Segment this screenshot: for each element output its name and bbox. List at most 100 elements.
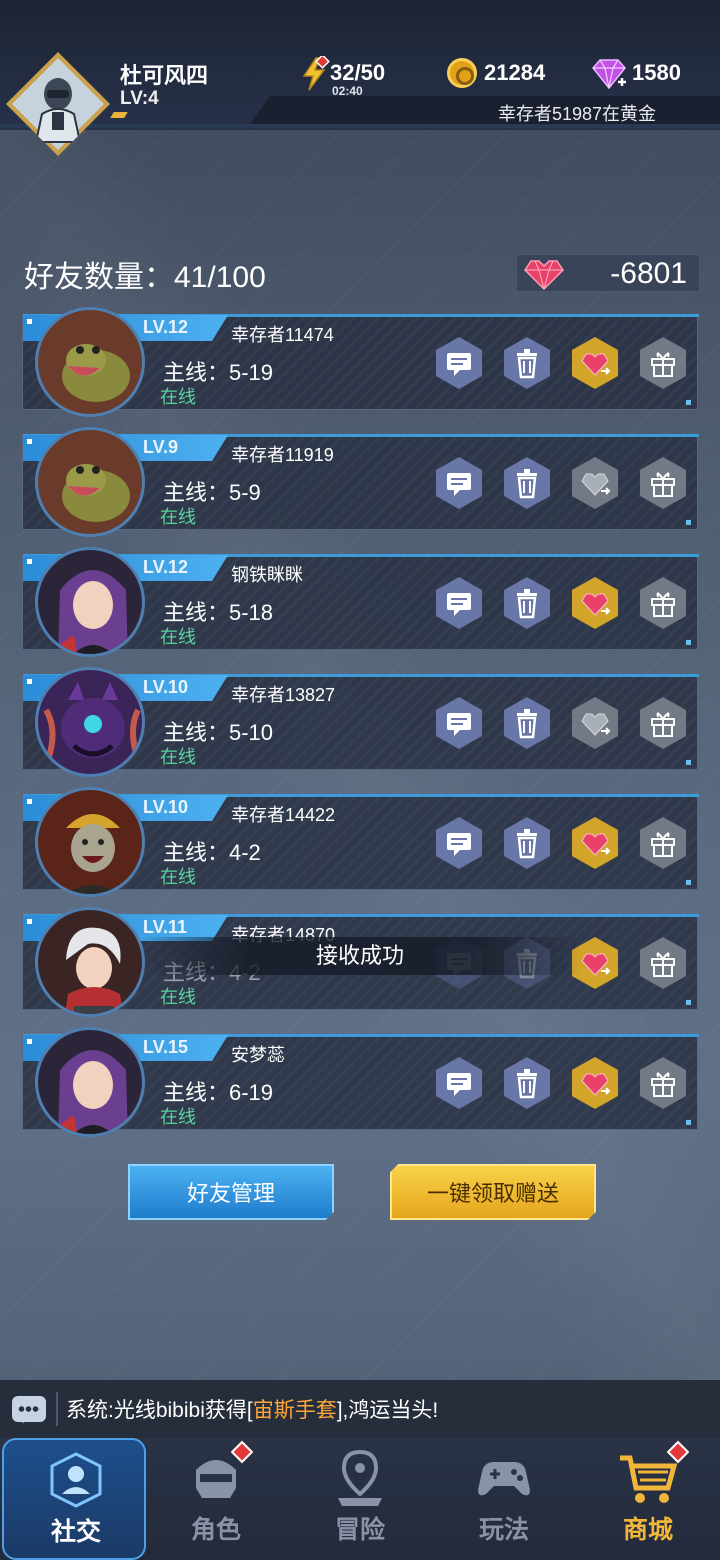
friend-avatar[interactable] [35, 907, 145, 1017]
nav-character[interactable]: 角色 [144, 1438, 288, 1560]
friend-count: 好友数量：41/100 [24, 261, 266, 294]
white-hair-boy-portrait-icon [64, 927, 124, 1014]
hearts-value: -6801 [610, 257, 687, 290]
heart-send-icon [581, 1073, 611, 1096]
purple-hair-girl-portrait-icon [58, 570, 128, 654]
tag-dot [27, 799, 32, 804]
trash-icon [517, 709, 537, 739]
toast-message: 接收成功 [140, 937, 580, 975]
delete-friend-button[interactable] [504, 337, 550, 389]
send-heart-button[interactable] [572, 817, 618, 869]
friend-name: 钢铁眯眯 [231, 565, 303, 585]
heart-send-icon [581, 593, 611, 616]
lightning-icon[interactable] [298, 56, 330, 92]
friend-status: 在线 [160, 747, 196, 767]
gift-button[interactable] [640, 577, 686, 629]
send-heart-button[interactable] [572, 337, 618, 389]
friend-avatar[interactable] [35, 427, 145, 537]
friend-avatar[interactable] [35, 307, 145, 417]
friend-name: 幸存者13827 [231, 685, 336, 705]
tag-dot [27, 439, 32, 444]
friend-row: LV.12 钢铁眯眯 主线：5-18 在线 [22, 547, 699, 657]
friend-level: LV.11 [143, 917, 188, 937]
friend-level: LV.10 [143, 677, 189, 697]
tag-dot [27, 559, 32, 564]
gift-button[interactable] [640, 817, 686, 869]
heart-send-icon [581, 353, 611, 376]
message-button[interactable] [436, 337, 482, 389]
gift-icon [651, 352, 675, 377]
delete-friend-button[interactable] [504, 577, 550, 629]
friend-avatar[interactable] [35, 1027, 145, 1137]
nav-label: 商城 [622, 1516, 673, 1544]
delete-friend-button[interactable] [504, 457, 550, 509]
heart-send-icon [581, 833, 611, 856]
friend-level: LV.12 [143, 317, 189, 337]
send-heart-button[interactable] [572, 1057, 618, 1109]
friend-name: 幸存者14422 [231, 805, 336, 825]
message-button[interactable] [436, 577, 482, 629]
gift-button[interactable] [640, 697, 686, 749]
friend-status: 在线 [160, 627, 196, 647]
row-corner-mark [686, 760, 691, 765]
nav-gameplay[interactable]: 玩法 [432, 1438, 576, 1560]
gift-button[interactable] [640, 937, 686, 989]
coin-icon[interactable] [447, 58, 477, 88]
friend-status: 在线 [160, 387, 196, 407]
friend-status: 在线 [160, 867, 196, 887]
friend-avatar[interactable] [35, 787, 145, 897]
toad-portrait-icon [62, 464, 130, 522]
nav-shop[interactable]: 商城 [576, 1438, 720, 1560]
nav-label: 社交 [50, 1518, 101, 1546]
energy-value: 32/50 [330, 60, 386, 85]
row-corner-mark [686, 1000, 691, 1005]
message-button[interactable] [436, 457, 482, 509]
message-button[interactable] [436, 817, 482, 869]
message-button[interactable] [436, 697, 482, 749]
claim-all-button[interactable]: 一键领取赠送 [390, 1164, 596, 1220]
nav-adventure[interactable]: 冒险 [288, 1438, 432, 1560]
chat-bar[interactable]: 系统:光线bibibi获得[宙斯手套],鸿运当头! [0, 1380, 720, 1438]
gift-button[interactable] [640, 337, 686, 389]
gift-button[interactable] [640, 457, 686, 509]
trash-icon [517, 829, 537, 859]
map-pin-icon [338, 1449, 382, 1506]
purple-hair-girl-portrait-icon [58, 1050, 128, 1134]
gamepad-icon [478, 1462, 530, 1496]
gem-icon[interactable] [590, 58, 628, 90]
heart-sent-icon [581, 713, 611, 736]
trash-icon [517, 469, 537, 499]
friend-avatar[interactable] [35, 547, 145, 657]
toad-portrait-icon [62, 344, 130, 402]
trash-icon [517, 349, 537, 379]
player-name: 杜可风四 [120, 63, 209, 88]
delete-friend-button[interactable] [504, 817, 550, 869]
gift-icon [651, 712, 675, 737]
chat-divider [56, 1392, 58, 1426]
bottom-nav: 社交 角色 冒险 玩法 商城 [0, 1438, 720, 1560]
system-message-prefix: 系统:光线bibibi获得[ [66, 1399, 253, 1422]
gift-icon [651, 472, 675, 497]
gift-button[interactable] [640, 1057, 686, 1109]
friend-name: 安梦蕊 [231, 1045, 285, 1065]
send-heart-button[interactable] [572, 697, 618, 749]
send-heart-button[interactable] [572, 577, 618, 629]
heart-sent-icon [581, 473, 611, 496]
friend-level: LV.15 [143, 1037, 189, 1057]
send-heart-button[interactable] [572, 457, 618, 509]
nav-label: 冒险 [334, 1516, 385, 1544]
energy-timer: 02:40 [332, 84, 363, 98]
system-message-suffix: ],鸿运当头! [336, 1399, 439, 1422]
message-button[interactable] [436, 1057, 482, 1109]
friend-manage-button[interactable]: 好友管理 [128, 1164, 334, 1220]
row-corner-mark [686, 520, 691, 525]
system-message-item: 宙斯手套 [252, 1399, 337, 1422]
nav-social[interactable]: 社交 [2, 1438, 146, 1560]
delete-friend-button[interactable] [504, 697, 550, 749]
row-corner-mark [686, 640, 691, 645]
chat-bubble-icon[interactable] [12, 1396, 46, 1423]
gift-icon [651, 592, 675, 617]
delete-friend-button[interactable] [504, 1057, 550, 1109]
friend-name: 幸存者11474 [231, 325, 334, 345]
friend-avatar[interactable] [35, 667, 145, 777]
